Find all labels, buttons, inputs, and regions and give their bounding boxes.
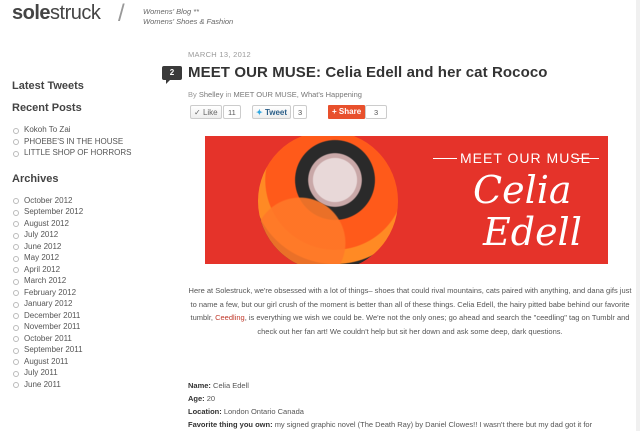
recent-post-link[interactable]: PHOEBE'S IN THE HOUSE [12,136,162,148]
muse-facts: Name: Celia Edell Age: 20 Location: Lond… [188,379,632,431]
fact-label: Name: [188,381,211,390]
recent-post-link[interactable]: LITTLE SHOP OF HORRORS [12,147,162,159]
fact-value: my signed graphic novel (The Death Ray) … [274,420,593,429]
logo-light-text: struck [50,2,101,24]
like-count: 11 [223,105,241,119]
byline-prefix: By [188,90,197,99]
fact-row: Location: London Ontario Canada [188,405,632,418]
archive-link[interactable]: December 2011 [12,310,162,322]
scrollbar[interactable] [636,0,640,431]
archive-link[interactable]: March 2012 [12,275,162,287]
site-logo[interactable]: solestruck [12,2,101,25]
category-links[interactable]: MEET OUR MUSE, What's Happening [234,90,362,99]
post-date: MARCH 13, 2012 [188,50,251,59]
share-button[interactable]: + Share [328,105,366,119]
like-button[interactable]: ✓ Like [190,105,222,119]
ceedling-link[interactable]: Ceedling [215,313,245,322]
byline-in: in [225,90,232,99]
archive-link[interactable]: April 2012 [12,264,162,276]
latest-tweets-heading: Latest Tweets [12,80,84,92]
tweet-label: Tweet [264,108,288,117]
site-tagline: Womens' Blog ** Womens' Shoes & Fashion [143,7,233,27]
banner-divider-left [433,158,457,159]
recent-posts-list: Kokoh To Zai PHOEBE'S IN THE HOUSE LITTL… [12,124,162,159]
author-link[interactable]: Shelley [199,90,224,99]
like-label: Like [202,108,218,117]
intro-text-2: , is everything we wish we could be. We'… [244,313,630,336]
recent-post-link[interactable]: Kokoh To Zai [12,124,162,136]
share-count: 3 [365,105,388,119]
fact-label: Age: [188,394,205,403]
archive-link[interactable]: October 2011 [12,333,162,345]
archives-heading: Archives [12,172,59,185]
twitter-bird-icon: ✦ [256,108,263,117]
tagline-line-2: Womens' Shoes & Fashion [143,17,234,26]
thumbs-up-icon: ✓ [194,108,201,117]
post-title[interactable]: MEET OUR MUSE: Celia Edell and her cat R… [188,64,628,81]
banner-first-name: Celia [473,168,572,212]
share-bar: ✓ Like 11 ✦ Tweet 3 + Share 3 [188,105,488,121]
fact-label: Favorite thing you own: [188,420,273,429]
archive-link[interactable]: August 2011 [12,356,162,368]
post-byline: By Shelley in MEET OUR MUSE, What's Happ… [188,90,362,99]
archive-link[interactable]: July 2012 [12,229,162,241]
portrait-photo [258,136,398,264]
archive-link[interactable]: June 2011 [12,379,162,391]
comment-count-badge[interactable]: 2 [162,66,182,84]
archive-link[interactable]: February 2012 [12,287,162,299]
sidebar: Latest Tweets Recent Posts Kokoh To Zai … [12,80,162,404]
tweet-count: 3 [293,105,308,119]
share-label: Share [338,107,362,116]
fact-row: Favorite thing you own: my signed graphi… [188,418,632,431]
archive-link[interactable]: October 2012 [12,195,162,207]
tweet-button[interactable]: ✦ Tweet [252,105,292,119]
post-intro-paragraph: Here at Solestruck, we're obsessed with … [188,284,632,338]
archive-link[interactable]: January 2012 [12,298,162,310]
archive-link[interactable]: September 2011 [12,344,162,356]
archive-link[interactable]: June 2012 [12,241,162,253]
archives-list: October 2012 September 2012 August 2012 … [12,195,162,391]
muse-banner-image: MEET OUR MUSE Celia Edell [205,136,608,264]
site-header: solestruck / Womens' Blog ** Womens' Sho… [0,0,640,30]
fact-value: London Ontario Canada [223,407,304,416]
fact-label: Location: [188,407,222,416]
archive-link[interactable]: May 2012 [12,252,162,264]
tagline-line-1: Womens' Blog ** [143,7,200,16]
archive-link[interactable]: August 2012 [12,218,162,230]
archive-link[interactable]: November 2011 [12,321,162,333]
recent-posts-heading: Recent Posts [12,102,82,114]
banner-heading: MEET OUR MUSE [460,150,591,166]
banner-last-name: Edell [483,210,582,254]
logo-slash: / [118,0,125,27]
archive-link[interactable]: July 2011 [12,367,162,379]
fact-row: Age: 20 [188,392,632,405]
archive-link[interactable]: September 2012 [12,206,162,218]
logo-bold-text: sole [12,2,51,24]
fact-value: Celia Edell [213,381,249,390]
fact-row: Name: Celia Edell [188,379,632,392]
banner-divider-right [575,158,599,159]
fact-value: 20 [206,394,216,403]
share-plus-icon: + [332,107,337,116]
